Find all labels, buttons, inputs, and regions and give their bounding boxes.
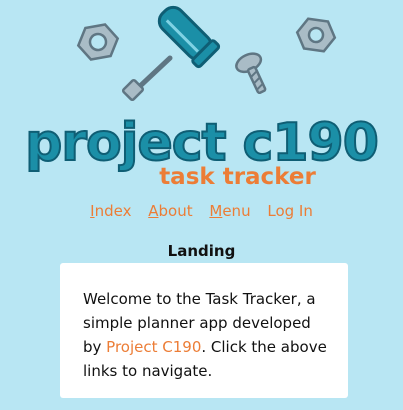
page-title: Landing bbox=[167, 242, 236, 260]
screwdriver-icon bbox=[121, 5, 221, 102]
main-nav: Index About Menu Log In bbox=[0, 202, 403, 220]
logo-subtitle: task tracker bbox=[159, 164, 316, 190]
nav-link-about[interactable]: About bbox=[148, 202, 192, 220]
nav-link-index[interactable]: Index bbox=[90, 202, 131, 220]
brand-name: Project C190 bbox=[106, 338, 202, 356]
nav-link-menu[interactable]: Menu bbox=[209, 202, 250, 220]
intro-text: Welcome to the Task Tracker, a simple pl… bbox=[83, 287, 328, 383]
nav-link-label: bout bbox=[158, 202, 193, 220]
nav-link-label: enu bbox=[222, 202, 251, 220]
hex-nut-icon bbox=[76, 23, 120, 61]
screw-icon bbox=[235, 52, 267, 95]
hex-nut-icon bbox=[295, 17, 337, 53]
intro-card: Welcome to the Task Tracker, a simple pl… bbox=[60, 263, 348, 398]
nav-access-key: M bbox=[209, 202, 223, 220]
nav-link-label: Log In bbox=[267, 202, 313, 220]
nav-link-label: ndex bbox=[94, 202, 132, 220]
nav-access-key: A bbox=[148, 202, 159, 220]
nav-link-login[interactable]: Log In bbox=[267, 202, 313, 220]
